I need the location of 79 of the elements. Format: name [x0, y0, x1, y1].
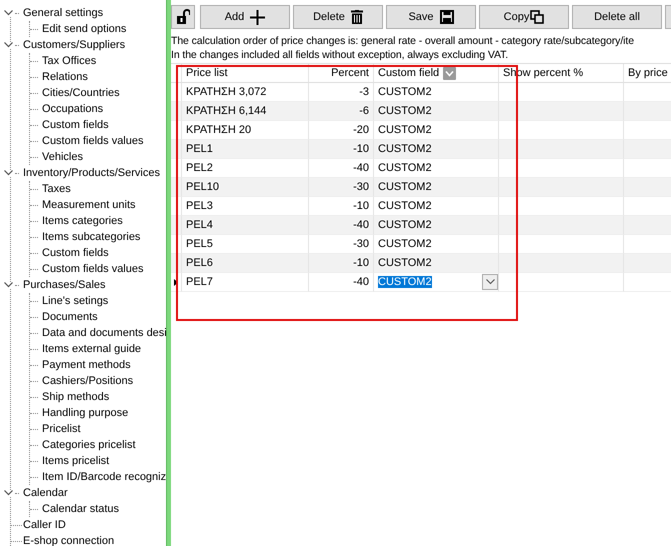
- toolbar-button[interactable]: Delete: [293, 5, 383, 29]
- tree-item[interactable]: Calendar status: [41, 503, 120, 515]
- table-cell: PEL6: [182, 254, 309, 273]
- table-cell: -30: [309, 178, 374, 197]
- tree-item[interactable]: Calendar: [22, 487, 69, 499]
- table-cell: -10: [309, 254, 374, 273]
- tree-item[interactable]: Payment methods: [41, 359, 132, 371]
- tree-item[interactable]: E-shop connection: [22, 535, 116, 546]
- plus-icon: [250, 10, 266, 24]
- table-cell: PEL4: [182, 216, 309, 235]
- tree-item[interactable]: Documents: [41, 311, 99, 323]
- tree-item[interactable]: Custom fields values: [41, 263, 144, 275]
- tree-item[interactable]: Measurement units: [41, 199, 137, 211]
- toolbar-button[interactable]: Add: [200, 5, 290, 29]
- table-cell: CUSTOM2: [374, 178, 499, 197]
- column-header[interactable]: Price list: [182, 64, 309, 83]
- tree-item[interactable]: Purchases/Sales: [22, 279, 107, 291]
- tree-item[interactable]: Categories pricelist: [41, 439, 137, 451]
- table-row[interactable]: PEL10 -30 CUSTOM2: [171, 178, 671, 197]
- dropdown-icon: [443, 66, 456, 80]
- tree-item[interactable]: Inventory/Products/Services: [22, 167, 161, 179]
- tree-item[interactable]: Cities/Countries: [41, 87, 121, 99]
- row-indicator[interactable]: [171, 273, 182, 292]
- trash-icon: [350, 10, 363, 24]
- info-text: In the changes included all fields without exception, always excluding VAT.: [171, 48, 510, 62]
- table-cell: PEL7: [182, 273, 309, 292]
- tree-item[interactable]: Occupations: [41, 103, 104, 115]
- column-header[interactable]: Custom field: [374, 64, 499, 83]
- tree-item[interactable]: Edit send options: [41, 23, 128, 35]
- tree-item[interactable]: Cashiers/Positions: [41, 375, 134, 387]
- info-text: The calculation order of price changes is: general rate - overall amount - category rate/subcategory/ite: [171, 34, 635, 48]
- tree-item[interactable]: Data and documents desi: [41, 327, 166, 339]
- toolbar-button[interactable]: Delete all: [572, 5, 662, 29]
- toolbar-button[interactable]: Copy: [479, 5, 569, 29]
- tree-item[interactable]: Line's setings: [41, 295, 110, 307]
- tree-item[interactable]: Items subcategories: [41, 231, 142, 243]
- tree-item[interactable]: Handling purpose: [41, 407, 130, 419]
- chevron-icon: [486, 279, 494, 285]
- table-cell: -40: [309, 273, 374, 292]
- lock-button[interactable]: [171, 5, 195, 29]
- tree-item[interactable]: Customers/Suppliers: [22, 39, 126, 51]
- lock-icon: [176, 9, 190, 25]
- dropdown-field[interactable]: CUSTOM2: [374, 273, 499, 292]
- table-row[interactable]: PEL4 -40 CUSTOM2: [171, 216, 671, 235]
- tree-item[interactable]: Custom fields: [41, 119, 110, 131]
- tree-item[interactable]: Items pricelist: [41, 455, 110, 467]
- table-cell: CUSTOM2: [374, 216, 499, 235]
- table-row[interactable]: PEL6 -10 CUSTOM2: [171, 254, 671, 273]
- tree-item[interactable]: Tax Offices: [41, 55, 98, 67]
- row-pointer-icon: [174, 278, 178, 286]
- table-cell: CUSTOM2: [374, 254, 499, 273]
- table-cell: PEL1: [182, 140, 309, 159]
- tree-item[interactable]: Item ID/Barcode recogniz: [41, 471, 166, 483]
- tree-item[interactable]: Caller ID: [22, 519, 67, 531]
- tree-item[interactable]: Vehicles: [41, 151, 84, 163]
- toolbar-button[interactable]: Save: [386, 5, 476, 29]
- table-cell: -6: [309, 102, 374, 121]
- tree-item[interactable]: Custom fields values: [41, 135, 144, 147]
- table-cell: -40: [309, 216, 374, 235]
- tree-item[interactable]: General settings: [22, 7, 104, 19]
- table-cell: PEL10: [182, 178, 309, 197]
- tree-item[interactable]: Items categories: [41, 215, 124, 227]
- table-row[interactable]: PEL1 -10 CUSTOM2: [171, 140, 671, 159]
- table-row[interactable]: PEL7 -40 CUSTOM2: [171, 273, 671, 292]
- copy-icon: [530, 10, 544, 24]
- table-cell: ΚΡΑΤΗΣΗ 6,144: [182, 102, 309, 121]
- tree-item[interactable]: Pricelist: [41, 423, 82, 435]
- tree-item[interactable]: Custom fields: [41, 247, 110, 259]
- table-cell: CUSTOM2: [374, 140, 499, 159]
- column-header[interactable]: By price: [624, 64, 671, 83]
- tree-item[interactable]: Taxes: [41, 183, 72, 195]
- tree-item[interactable]: Relations: [41, 71, 89, 83]
- column-header[interactable]: Percent: [309, 64, 374, 83]
- tree-item[interactable]: Ship methods: [41, 391, 110, 403]
- table-cell: CUSTOM2: [374, 102, 499, 121]
- table-cell: -10: [309, 140, 374, 159]
- dropdown-button[interactable]: [482, 274, 498, 290]
- table-row[interactable]: ΚΡΑΤΗΣΗ 6,144 -6 CUSTOM2: [171, 102, 671, 121]
- tree-item[interactable]: Items external guide: [41, 343, 142, 355]
